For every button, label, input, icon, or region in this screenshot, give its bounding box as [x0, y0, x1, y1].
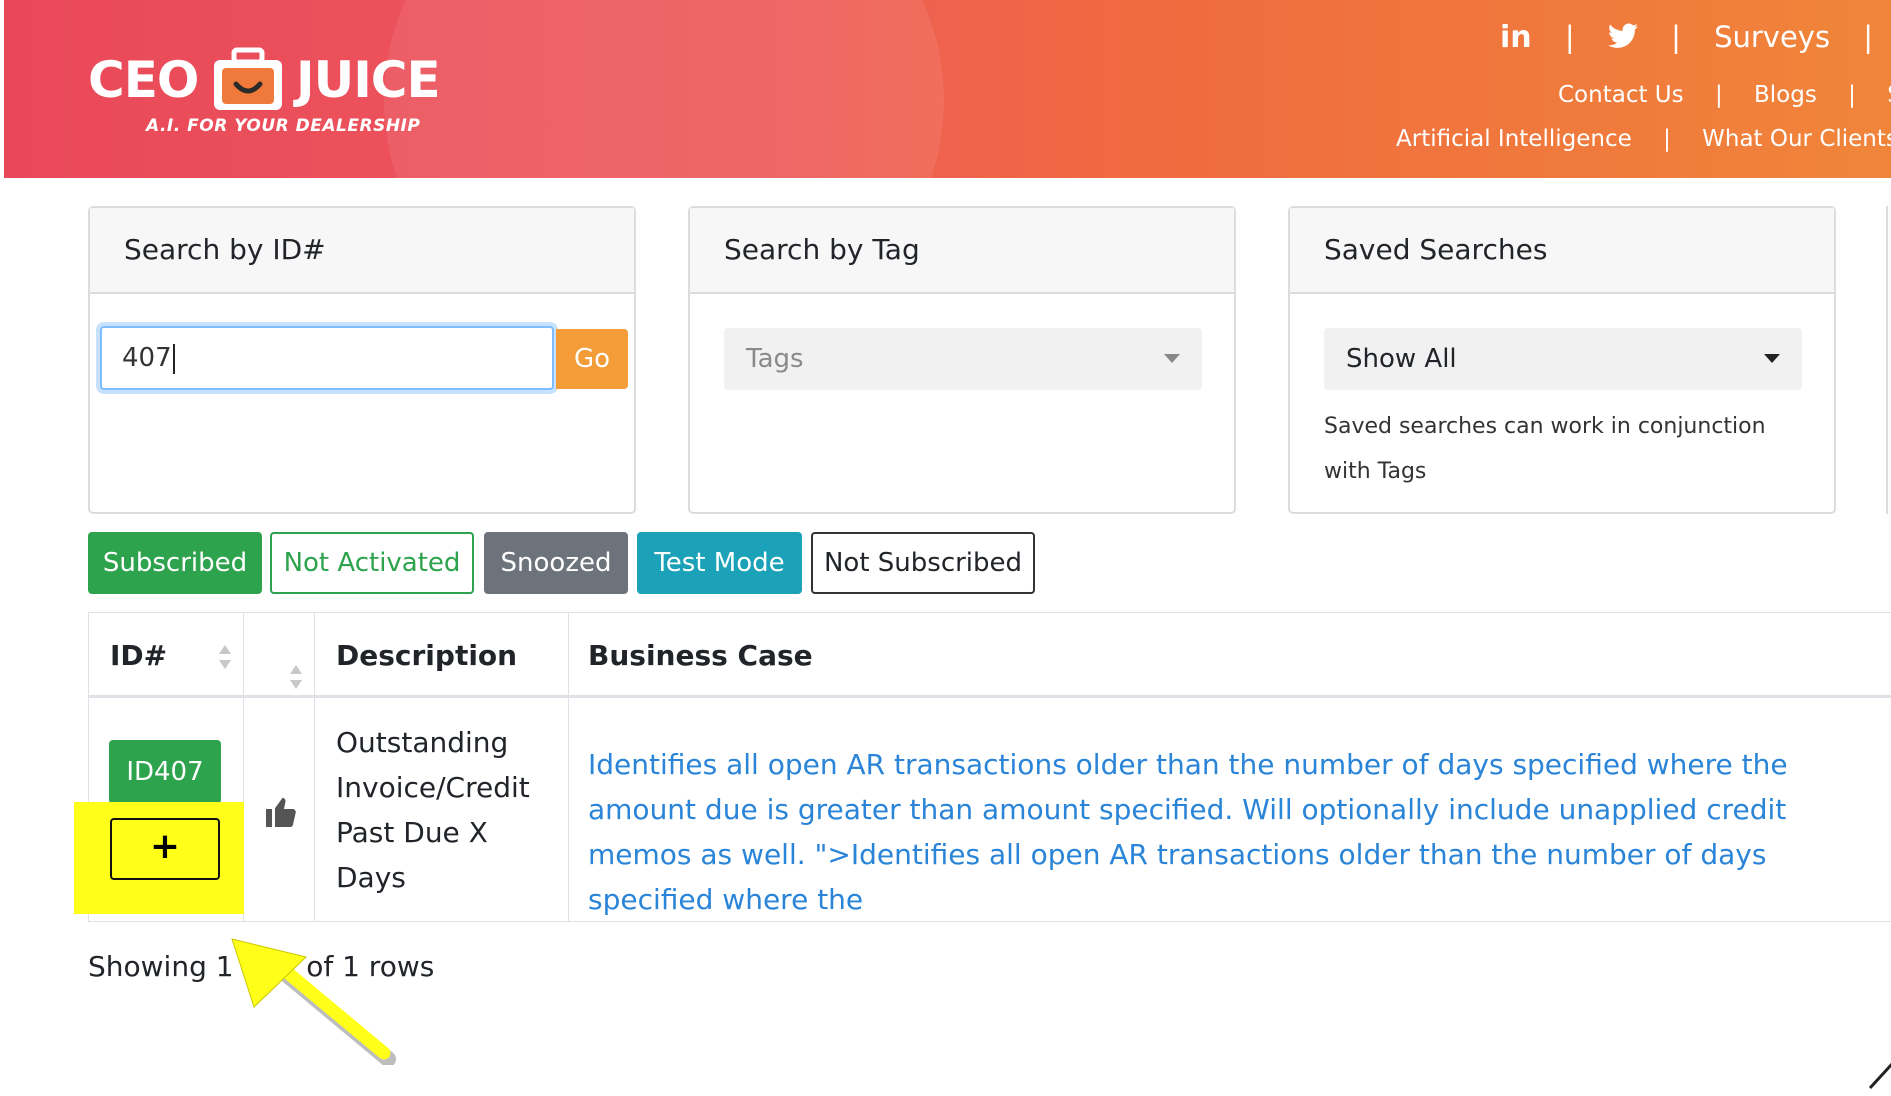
- nav-separator: |: [1848, 82, 1856, 108]
- id-search-input[interactable]: 407: [100, 326, 554, 390]
- search-by-tag-title: Search by Tag: [690, 208, 1234, 294]
- column-header-id[interactable]: ID#: [110, 639, 167, 672]
- id-search-value: 407: [122, 343, 172, 373]
- nav-separator: |: [1564, 20, 1575, 54]
- yellow-arrow-annotation: [231, 938, 396, 1065]
- header-nav-row-1: in | | Surveys |: [1500, 20, 1891, 55]
- header-nav-row-2: Contact Us | Blogs | Su: [1558, 82, 1891, 108]
- nav-link-contact-us[interactable]: Contact Us: [1558, 82, 1684, 108]
- nav-link-truncated[interactable]: Su: [1887, 82, 1891, 108]
- nav-link-surveys[interactable]: Surveys: [1714, 20, 1830, 54]
- id-badge[interactable]: ID407: [109, 740, 221, 804]
- sort-icon[interactable]: [289, 663, 303, 691]
- chevron-down-icon: [1164, 354, 1180, 363]
- briefcase-smile-icon: [214, 47, 282, 110]
- text-caret: [172, 343, 175, 374]
- header-decoration: [384, 0, 944, 178]
- saved-searches-title: Saved Searches: [1290, 208, 1834, 294]
- results-table: ID# Description Business Case ID407 Outs…: [88, 612, 1891, 922]
- row-business-case-link[interactable]: Identifies all open AR transactions olde…: [588, 742, 1891, 922]
- search-by-id-card: Search by ID# 407 Go: [88, 206, 636, 514]
- tags-placeholder: Tags: [746, 344, 804, 374]
- filter-not-activated-button[interactable]: Not Activated: [270, 532, 474, 594]
- tags-select[interactable]: Tags: [724, 328, 1202, 390]
- filter-snoozed-button[interactable]: Snoozed: [484, 532, 628, 594]
- saved-searches-help: Saved searches can work in conjunction w…: [1324, 414, 1766, 484]
- logo-ceo-text: CEO: [88, 51, 199, 109]
- search-by-id-title: Search by ID#: [90, 208, 634, 294]
- nav-link-what-our-clients-say[interactable]: What Our Clients Sa: [1702, 126, 1891, 152]
- nav-link-blogs[interactable]: Blogs: [1754, 82, 1817, 108]
- thumbs-up-icon[interactable]: [263, 794, 299, 830]
- nav-separator: |: [1714, 82, 1723, 108]
- column-header-business-case[interactable]: Business Case: [588, 639, 813, 672]
- twitter-icon[interactable]: [1607, 20, 1638, 54]
- card-edge-partial: [1886, 206, 1891, 514]
- saved-searches-value: Show All: [1346, 344, 1457, 374]
- search-by-tag-card: Search by Tag Tags: [688, 206, 1236, 514]
- filter-not-subscribed-button[interactable]: Not Subscribed: [811, 532, 1035, 594]
- chevron-down-icon: [1764, 354, 1780, 363]
- row-description: Outstanding Invoice/Credit Past Due X Da…: [336, 726, 530, 894]
- nav-separator: |: [1863, 20, 1874, 54]
- linkedin-icon[interactable]: in: [1500, 20, 1532, 55]
- saved-searches-select[interactable]: Show All: [1324, 328, 1802, 390]
- table-header-row: ID# Description Business Case: [88, 612, 1891, 698]
- nav-link-artificial-intelligence[interactable]: Artificial Intelligence: [1396, 126, 1632, 152]
- go-button[interactable]: Go: [556, 329, 628, 389]
- expand-row-button[interactable]: +: [110, 818, 220, 880]
- nav-separator: |: [1663, 126, 1671, 152]
- saved-searches-card: Saved Searches Show All Saved searches c…: [1288, 206, 1836, 514]
- ceojuice-logo[interactable]: CEO JUICE A.I. FOR YOUR DEALERSHIP: [88, 36, 448, 146]
- column-header-description[interactable]: Description: [336, 639, 517, 672]
- logo-tagline: A.I. FOR YOUR DEALERSHIP: [146, 116, 421, 136]
- header-nav-row-3: Artificial Intelligence | What Our Clien…: [1396, 126, 1891, 152]
- resize-handle-icon: [1868, 1062, 1891, 1090]
- filter-subscribed-button[interactable]: Subscribed: [88, 532, 262, 594]
- logo-juice-text: JUICE: [296, 51, 441, 109]
- site-header: CEO JUICE A.I. FOR YOUR DEALERSHIP in | …: [4, 0, 1891, 178]
- filter-test-mode-button[interactable]: Test Mode: [637, 532, 802, 594]
- sort-icon[interactable]: [218, 643, 232, 671]
- nav-separator: |: [1671, 20, 1681, 54]
